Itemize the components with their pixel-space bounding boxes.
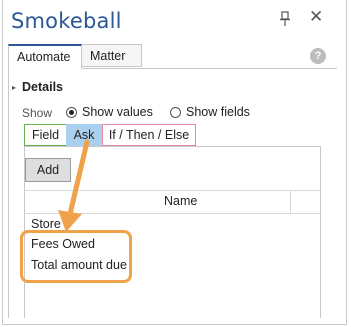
annotation-arrow (58, 139, 90, 232)
